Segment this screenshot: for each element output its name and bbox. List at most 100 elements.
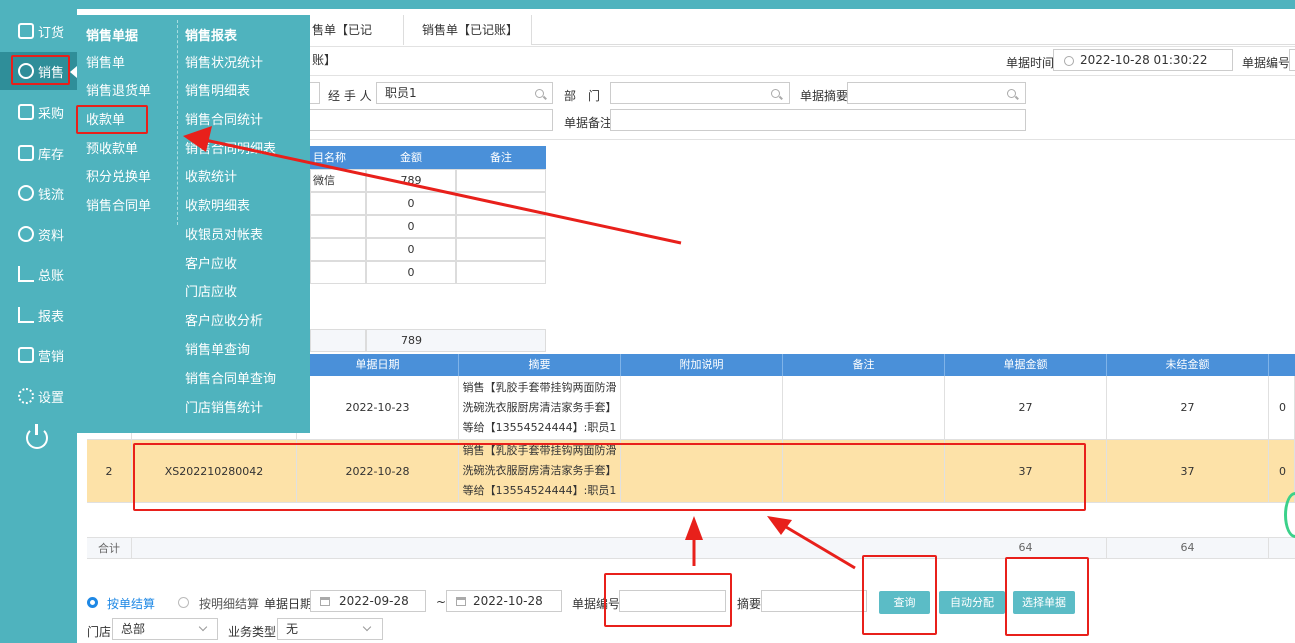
sidebar-item-label: 库存 [38,147,65,163]
account-cell[interactable] [310,261,366,284]
sidebar-item-label: 报表 [38,309,65,325]
sidebar-item-report[interactable]: 报表 [0,296,77,334]
settle-by-doc-radio[interactable] [87,597,98,608]
sidebar-item-label: 钱流 [38,187,65,203]
remark-cell[interactable] [456,238,546,261]
settle-by-doc-label[interactable]: 按单结算 [107,595,155,612]
doc-time-input[interactable]: 2022-10-28 01:30:22 [1053,49,1233,71]
query-button[interactable]: 查询 [879,591,930,614]
menu-item-report[interactable]: 销售单查询 [185,339,250,358]
tab-sales-order-2[interactable]: 销售单【已记账】 [404,15,532,45]
sidebar-item-order[interactable]: 订货 [0,12,77,50]
address-input[interactable] [310,109,553,131]
search-icon[interactable] [535,89,544,98]
menu-item-receipt[interactable]: 收款单 [86,109,125,128]
row-remark-cell [783,376,945,440]
divider [310,75,1295,76]
sidebar-item-settings[interactable]: 设置 [0,377,77,415]
menu-item-report[interactable]: 销售合同统计 [185,109,263,128]
customer-input[interactable] [310,82,320,104]
menu-item-report[interactable]: 收银员对帐表 [185,224,263,243]
sidebar-item-marketing[interactable]: 营销 [0,336,77,374]
doc-time-label: 单据时间 [1006,56,1055,70]
remark-input[interactable] [610,109,1026,131]
menu-item-sales-order[interactable]: 销售单 [86,52,125,71]
menu-item-report[interactable]: 客户应收分析 [185,310,263,329]
docno-input[interactable] [619,590,726,612]
account-cell[interactable] [310,215,366,238]
money-bag-icon [18,185,34,201]
amount-cell[interactable]: 0 [366,215,456,238]
amount-cell[interactable]: 0 [366,192,456,215]
sidebar-item-purchase[interactable]: 采购 [0,93,77,131]
date-from-value: 2022-09-28 [339,594,409,608]
biz-type-label: 业务类型 [228,625,277,639]
dept-input[interactable] [610,82,790,104]
auto-allocate-button[interactable]: 自动分配 [939,591,1005,614]
select-documents-button[interactable]: 选择单据 [1013,591,1075,614]
menu-item-report[interactable]: 客户应收 [185,253,237,272]
menu-item-report[interactable]: 销售明细表 [185,80,250,99]
row-unsettled-cell: 27 [1107,376,1269,440]
sidebar-item-sales[interactable]: 销售 [0,52,77,90]
remark-cell[interactable] [456,192,546,215]
handler-input[interactable]: 职员1 [376,82,553,104]
menu-item-sales-return[interactable]: 销售退货单 [86,80,151,99]
menu-item-report[interactable]: 销售合同明细表 [185,138,276,157]
amount-cell[interactable]: 789 [366,169,456,192]
user-icon [18,63,34,79]
upper-table-header: 金额 [366,146,456,169]
remark-cell[interactable] [456,169,546,192]
menu-item-report[interactable]: 收款统计 [185,166,237,185]
menu-item-points-exchange[interactable]: 积分兑换单 [86,166,151,185]
row-date-cell: 2022-10-23 [297,376,459,440]
row-no-cell: 2 [87,440,132,503]
tab-bar: 售单【已记账】 销售单【已记账】 [310,15,1295,67]
sales-flyout-menu: 销售单据 销售单 销售退货单 收款单 预收款单 积分兑换单 销售合同单 销售报表… [77,15,310,433]
row-settle-cell[interactable]: 0 [1269,376,1295,440]
settle-by-detail-radio[interactable] [178,597,189,608]
bottom-summary-input[interactable] [761,590,867,612]
memo-line: 洗碗洗衣服厨房清洁家务手套】 [462,400,617,414]
memo-line: 等给【13554524444】:职员1 [462,484,617,497]
sidebar-item-cashflow[interactable]: 钱流 [0,174,77,212]
search-icon[interactable] [1007,89,1016,98]
sidebar-item-ledger[interactable]: 总账 [0,255,77,293]
amount-cell[interactable]: 0 [366,238,456,261]
sidebar-item-stock[interactable]: 库存 [0,134,77,172]
memo-line: 等给【13554524444】:职员1 [462,420,617,434]
summary-input[interactable] [847,82,1026,104]
power-icon[interactable] [26,424,48,449]
account-cell[interactable]: 微信 [310,169,366,192]
doc-no-input[interactable] [1289,49,1295,71]
menu-item-prepayment[interactable]: 预收款单 [86,138,138,157]
doc-no-label: 单据编号 [1242,56,1291,70]
remark-cell[interactable] [456,261,546,284]
tab-label: 售单【已记账】 [312,23,373,67]
search-icon[interactable] [771,89,780,98]
account-cell[interactable] [310,238,366,261]
amount-cell[interactable]: 0 [366,261,456,284]
flyout-pointer [70,66,77,78]
col-header-remark: 备注 [783,354,945,376]
summary-label: 单据摘要 [800,89,849,103]
col-header-memo: 摘要 [459,354,621,376]
menu-item-report[interactable]: 销售状况统计 [185,52,263,71]
row-memo-cell: 销售【乳胶手套带挂钩两面防滑 洗碗洗衣服厨房清洁家务手套】 等给【1355452… [459,376,621,440]
menu-item-report[interactable]: 门店应收 [185,281,237,300]
tab-sales-order-1[interactable]: 售单【已记账】 [310,15,404,67]
sidebar-item-data[interactable]: 资料 [0,215,77,253]
settle-by-detail-label[interactable]: 按明细结算 [199,595,259,612]
flyout-col1-title: 销售单据 [86,29,139,44]
remark-cell[interactable] [456,215,546,238]
menu-item-sales-contract[interactable]: 销售合同单 [86,195,151,214]
menu-item-report[interactable]: 门店销售统计 [185,397,263,416]
account-cell[interactable] [310,192,366,215]
menu-item-report[interactable]: 销售合同单查询 [185,368,276,387]
sidebar-item-label: 总账 [38,268,65,284]
date-label: 单据日期 [264,597,313,611]
menu-item-report[interactable]: 收款明细表 [185,195,250,214]
col-header-extra: 附加说明 [621,354,783,376]
total-label: 合计 [87,537,132,559]
memo-line: 洗碗洗衣服厨房清洁家务手套】 [462,464,617,477]
